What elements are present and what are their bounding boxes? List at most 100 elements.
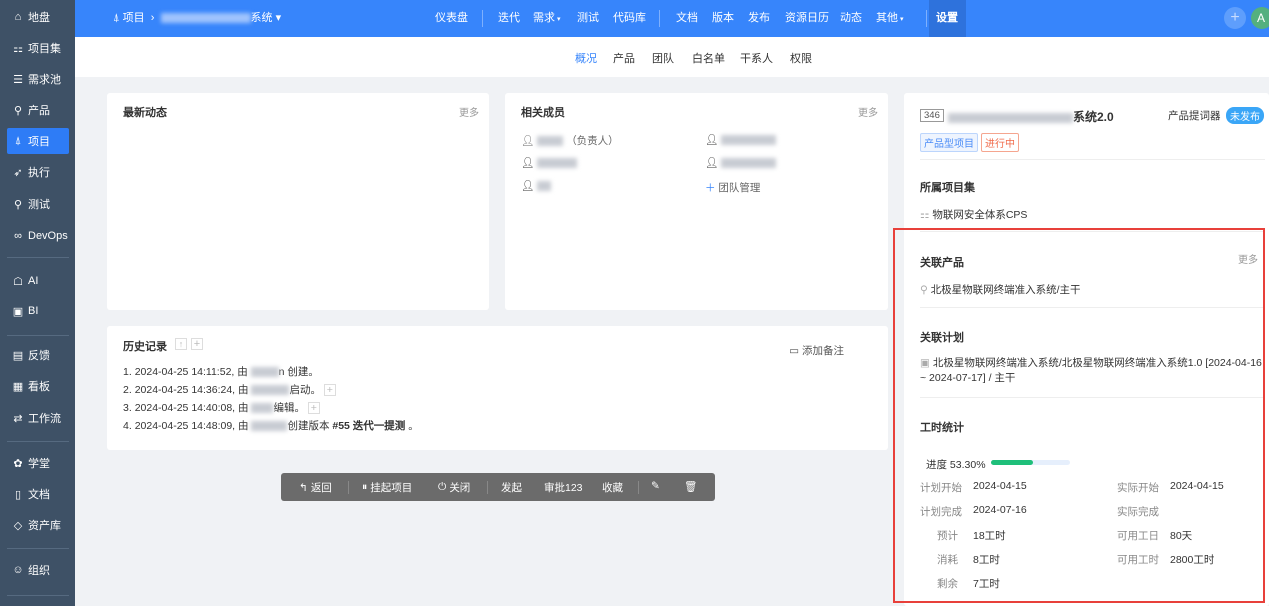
edit-icon[interactable]: ✎ xyxy=(651,480,660,492)
build-link[interactable]: #55 迭代一提测 xyxy=(332,420,405,432)
doc-icon: ▯ xyxy=(14,488,22,501)
more-link[interactable]: 更多 xyxy=(459,104,479,119)
stat-value: 2800工时 xyxy=(1170,554,1215,566)
back-button[interactable]: ↰ 返回 xyxy=(299,480,332,495)
rocket-icon: ⍋ xyxy=(14,134,22,147)
favorite-button[interactable]: 收藏 xyxy=(602,480,623,495)
plan-link[interactable]: ▣ 北极星物联网终端准入系统/北极星物联网终端准入系统1.0 [2024-04-… xyxy=(920,356,1265,386)
rocket-icon: ⍋ xyxy=(113,12,123,24)
sidebar-item[interactable]: ▯ 文档 xyxy=(7,481,69,507)
caret-down-icon: ▾ xyxy=(555,16,561,23)
list-icon: ☰ xyxy=(13,73,23,86)
search-icon: ⚲ xyxy=(13,198,23,211)
stat-value: 8工时 xyxy=(973,554,1000,566)
stat-value: 18工时 xyxy=(973,530,1006,542)
nav-item[interactable]: 迭代 xyxy=(498,0,520,37)
avatar[interactable]: A xyxy=(1251,7,1269,29)
nav-item[interactable]: 资源日历 xyxy=(785,0,829,37)
sidebar-item-label: 执行 xyxy=(28,167,50,179)
close-button[interactable]: ⏻︎ 关闭 xyxy=(438,480,470,495)
subnav-tab[interactable]: 白名单 xyxy=(692,50,725,66)
stat-label: 实际完成 xyxy=(1117,506,1159,518)
delete-icon[interactable]: 🗑︎ xyxy=(684,480,697,493)
top-navbar: ⍋ 项目 › 系统 ▾ + A 仪表盘 迭代 需求 ▾ 测试 代码库 文档 版本 发布 资源日历… xyxy=(75,0,1269,37)
subnav-tab[interactable]: 概况 xyxy=(575,50,597,66)
member: 👤︎ xyxy=(521,156,578,169)
sidebar-item[interactable]: ☺ 组织 xyxy=(7,557,69,583)
more-link[interactable]: 更多 xyxy=(858,104,878,119)
nav-item[interactable]: 文档 xyxy=(676,0,698,37)
add-note-button[interactable]: ▭ 添加备注 xyxy=(789,343,844,358)
sidebar-item[interactable]: ▦ 看板 xyxy=(7,373,69,399)
team-manage-link[interactable]: ＋ 团队管理 xyxy=(705,180,760,195)
workflow-icon: ⇄ xyxy=(13,412,23,425)
sidebar-item[interactable]: ➶ 执行 xyxy=(7,159,69,185)
suspend-button[interactable]: ⏸︎ 挂起项目 xyxy=(362,480,412,495)
project-title: 系统2.0 xyxy=(948,108,1114,125)
expand-all-icon[interactable]: + xyxy=(191,338,203,350)
nav-item[interactable]: 动态 xyxy=(840,0,862,37)
sidebar-item[interactable]: ⚏ 项目集 xyxy=(7,35,69,61)
back-icon: ↰ xyxy=(299,481,308,494)
expand-icon[interactable]: + xyxy=(323,384,336,397)
subnav-tab[interactable]: 干系人 xyxy=(740,50,773,66)
nav-item[interactable]: 版本 xyxy=(712,0,734,37)
member: 👤︎ xyxy=(705,133,777,146)
nav-item[interactable]: 仪表盘 xyxy=(435,0,468,37)
plans-title: 关联计划 xyxy=(920,332,964,344)
card-title: 最新动态 xyxy=(123,107,167,119)
subnav-tab[interactable]: 权限 xyxy=(790,50,812,66)
subnav-tab[interactable]: 产品 xyxy=(613,50,635,66)
products-more-link[interactable]: 更多 xyxy=(1238,251,1258,266)
sidebar-item-label: 项目 xyxy=(28,136,50,148)
stat-label: 可用工日 xyxy=(1117,530,1159,542)
stat-value: 7工时 xyxy=(973,578,1000,590)
run-icon: ➶ xyxy=(13,166,23,179)
release-badge: 未发布 xyxy=(1226,107,1264,124)
sidebar-item-label: AI xyxy=(28,275,39,287)
sidebar-item[interactable]: ∞ DevOps xyxy=(7,223,69,249)
product-link[interactable]: ⚲ 北极星物联网终端准入系统/主干 xyxy=(920,282,1081,297)
sidebar-item[interactable]: ⌂ 地盘 xyxy=(7,4,69,30)
sidebar-item-label: 需求池 xyxy=(28,74,61,86)
bulb-icon: ⚲ xyxy=(13,104,23,117)
expand-icon[interactable]: + xyxy=(307,402,320,415)
nav-item[interactable]: 发布 xyxy=(748,0,770,37)
sidebar-item[interactable]: ☖ AI xyxy=(7,268,69,294)
approve-button[interactable]: 审批123 xyxy=(544,480,583,495)
subnav-tab[interactable]: 团队 xyxy=(652,50,674,66)
sidebar-item[interactable]: ⚲ 产品 xyxy=(7,97,69,123)
sidebar-item[interactable]: ◇ 资产库 xyxy=(7,512,69,538)
sidebar-item[interactable]: ⇄ 工作流 xyxy=(7,405,69,431)
home-icon: ⌂ xyxy=(14,11,22,23)
stat-value: 2024-04-15 xyxy=(973,480,1027,492)
initiate-button[interactable]: 发起 xyxy=(501,480,522,495)
sidebar-item-label: 学堂 xyxy=(28,458,50,470)
sidebar-item[interactable]: ⍋ 项目 xyxy=(7,128,69,154)
school-icon: ✿ xyxy=(13,457,23,470)
nav-item[interactable]: 其他 ▾ xyxy=(876,0,903,37)
stat-value: 2024-07-16 xyxy=(973,504,1027,516)
comment-icon: ▭ xyxy=(789,345,800,357)
member-owner: 👤︎ （负责人） xyxy=(521,135,619,147)
sidebar-item[interactable]: ✿ 学堂 xyxy=(7,450,69,476)
sidebar-item[interactable]: ▣ BI xyxy=(7,298,69,324)
breadcrumb-project[interactable]: ⍋ 项目 › 系统 ▾ xyxy=(113,0,281,37)
sidebar-item[interactable]: ⚲ 测试 xyxy=(7,191,69,217)
nav-item[interactable]: 代码库 xyxy=(613,0,646,37)
nav-item[interactable]: 需求 ▾ xyxy=(533,0,560,37)
project-info-panel: 346 系统2.0 产品提词器 未发布 产品型项目 进行中 所属项目集 ⚏ 物联… xyxy=(904,93,1269,606)
sidebar-item-label: 组织 xyxy=(28,565,50,577)
history-card: 历史记录 ↑ + ▭ 添加备注 1. 2024-04-25 14:11:52, … xyxy=(107,326,888,450)
grid-icon: ⚏ xyxy=(920,209,930,221)
nav-item[interactable]: 设置 xyxy=(936,0,958,37)
sort-icon[interactable]: ↑ xyxy=(175,338,187,350)
add-icon[interactable]: + xyxy=(1224,7,1246,29)
nav-item[interactable]: 测试 xyxy=(577,0,599,37)
program-link[interactable]: ⚏ 物联网安全体系CPS xyxy=(920,207,1027,222)
sidebar-item[interactable]: ▤ 反馈 xyxy=(7,342,69,368)
sidebar-item[interactable]: ☰ 需求池 xyxy=(7,66,69,92)
stat-value: 2024-04-15 xyxy=(1170,480,1224,492)
stat-label: 预计 xyxy=(937,530,958,542)
sidebar-item-label: 工作流 xyxy=(28,413,61,425)
